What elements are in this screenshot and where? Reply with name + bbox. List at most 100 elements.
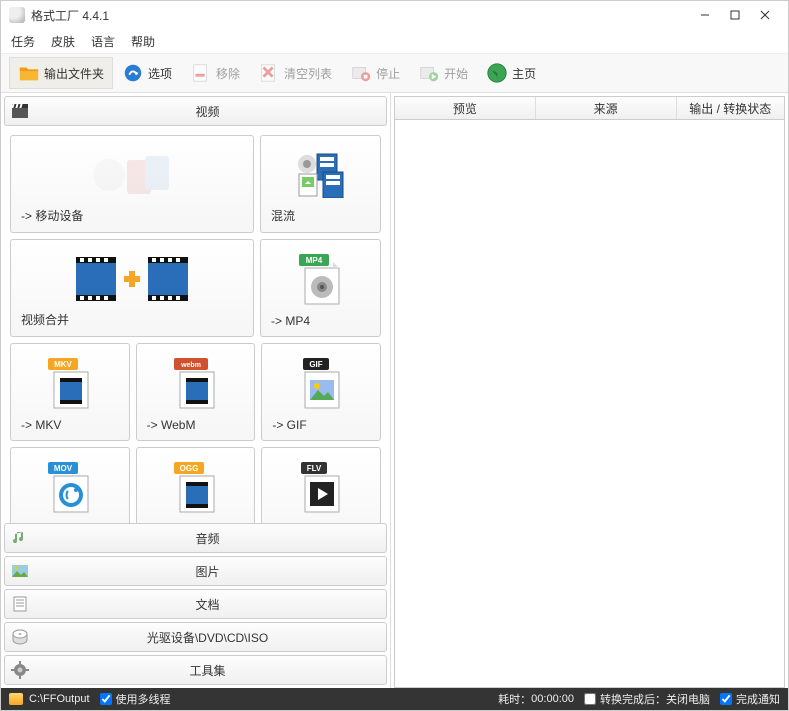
statusbar: C:\FFOutput 使用多线程 耗时： 00:00:00 转换完成后：关闭电…: [1, 688, 788, 710]
category-document-header[interactable]: 文档: [4, 589, 387, 619]
category-audio-header[interactable]: 音频: [4, 523, 387, 553]
svg-text:GIF: GIF: [310, 360, 323, 369]
globe-icon: [486, 62, 508, 84]
col-preview[interactable]: 预览: [395, 97, 536, 119]
cell-video-join[interactable]: 视频合并: [10, 239, 254, 337]
task-list[interactable]: [394, 120, 785, 688]
category-toolset-header[interactable]: 工具集: [4, 655, 387, 685]
music-note-icon: [11, 529, 29, 547]
start-button[interactable]: 开始: [409, 57, 477, 89]
stop-button[interactable]: 停止: [341, 57, 409, 89]
menu-skin[interactable]: 皮肤: [51, 33, 75, 50]
close-button[interactable]: [750, 5, 780, 25]
col-source[interactable]: 来源: [536, 97, 677, 119]
options-button[interactable]: 选项: [113, 57, 181, 89]
output-folder-button[interactable]: 输出文件夹: [9, 57, 113, 89]
cell-webm-label: -> WebM: [147, 418, 245, 432]
cell-mov[interactable]: MOV -> MOV: [10, 447, 130, 523]
video-join-icon: [21, 246, 243, 311]
home-label: 主页: [512, 65, 536, 82]
document-icon: [11, 595, 29, 613]
menu-task[interactable]: 任务: [11, 33, 35, 50]
cell-mp4-label: -> MP4: [271, 314, 370, 328]
cell-mux-label: 混流: [271, 207, 370, 224]
stop-icon: [350, 62, 372, 84]
flv-icon: FLV: [272, 454, 370, 522]
category-rom-label: 光驱设备\DVD\CD\ISO: [35, 629, 380, 646]
category-rom-header[interactable]: 光驱设备\DVD\CD\ISO: [4, 622, 387, 652]
video-grid: -> 移动设备 混流: [4, 129, 387, 523]
minimize-button[interactable]: [690, 5, 720, 25]
cell-ogg[interactable]: OGG -> OGG: [136, 447, 256, 523]
webm-icon: webm: [147, 350, 245, 418]
cell-gif-label: -> GIF: [272, 418, 370, 432]
remove-label: 移除: [216, 65, 240, 82]
disc-drive-icon: [11, 628, 29, 646]
right-panel: 预览 来源 输出 / 转换状态: [391, 93, 788, 688]
list-header: 预览 来源 输出 / 转换状态: [394, 96, 785, 120]
cell-mkv[interactable]: MKV -> MKV: [10, 343, 130, 441]
clear-list-button[interactable]: 清空列表: [249, 57, 341, 89]
options-icon: [122, 62, 144, 84]
home-button[interactable]: 主页: [477, 57, 545, 89]
notify-label: 完成通知: [736, 691, 780, 707]
cell-flv[interactable]: FLV -> FLV: [261, 447, 381, 523]
shutdown-input[interactable]: [584, 693, 596, 705]
shutdown-label: 转换完成后：关闭电脑: [600, 691, 710, 707]
remove-button[interactable]: 移除: [181, 57, 249, 89]
svg-text:MOV: MOV: [54, 464, 73, 473]
cell-mkv-label: -> MKV: [21, 418, 119, 432]
clear-label: 清空列表: [284, 65, 332, 82]
start-label: 开始: [444, 65, 468, 82]
shutdown-checkbox[interactable]: 转换完成后：关闭电脑: [584, 691, 710, 707]
output-folder-label: 输出文件夹: [44, 65, 104, 82]
clear-icon: [258, 62, 280, 84]
menu-help[interactable]: 帮助: [131, 33, 155, 50]
multithread-input[interactable]: [100, 693, 112, 705]
svg-text:OGG: OGG: [179, 464, 198, 473]
elapsed-value: 00:00:00: [531, 693, 574, 705]
app-window: 格式工厂 4.4.1 任务 皮肤 语言 帮助 输出文件夹 选项: [0, 0, 789, 711]
category-picture-label: 图片: [35, 563, 380, 580]
col-output[interactable]: 输出 / 转换状态: [677, 97, 785, 119]
notify-checkbox[interactable]: 完成通知: [720, 691, 780, 707]
stop-label: 停止: [376, 65, 400, 82]
output-path: C:\FFOutput: [29, 693, 90, 705]
folder-icon: [18, 62, 40, 84]
category-video-header[interactable]: 视频: [4, 96, 387, 126]
svg-text:FLV: FLV: [307, 464, 322, 473]
cell-mp4[interactable]: MP4 -> MP4: [260, 239, 381, 337]
elapsed-label: 耗时：: [498, 691, 531, 707]
clapper-icon: [11, 102, 29, 120]
notify-input[interactable]: [720, 693, 732, 705]
mkv-icon: MKV: [21, 350, 119, 418]
mux-icon: [271, 142, 370, 207]
cell-mobile-device-label: -> 移动设备: [21, 207, 243, 224]
start-icon: [418, 62, 440, 84]
remove-icon: [190, 62, 212, 84]
cell-gif[interactable]: GIF -> GIF: [261, 343, 381, 441]
cell-mobile-device[interactable]: -> 移动设备: [10, 135, 254, 233]
cell-webm[interactable]: webm -> WebM: [136, 343, 256, 441]
svg-text:webm: webm: [180, 362, 201, 369]
output-path-section[interactable]: C:\FFOutput: [9, 693, 90, 705]
category-video-label: 视频: [35, 103, 380, 120]
svg-text:MKV: MKV: [54, 360, 72, 369]
multithread-checkbox[interactable]: 使用多线程: [100, 691, 171, 707]
multithread-label: 使用多线程: [116, 691, 171, 707]
folder-icon: [9, 693, 23, 705]
toolbar: 输出文件夹 选项 移除 清空列表 停止: [1, 53, 788, 93]
titlebar: 格式工厂 4.4.1: [1, 1, 788, 29]
cell-mux[interactable]: 混流: [260, 135, 381, 233]
left-panel: 视频 -> 移动设备: [1, 93, 391, 688]
category-toolset-label: 工具集: [35, 662, 380, 679]
gear-icon: [11, 661, 29, 679]
window-controls: [690, 5, 780, 25]
maximize-button[interactable]: [720, 5, 750, 25]
ogg-icon: OGG: [147, 454, 245, 522]
collapsed-categories: 音频 图片 文档 光驱设备\DVD\CD\ISO 工具集: [4, 523, 387, 688]
picture-icon: [11, 562, 29, 580]
category-picture-header[interactable]: 图片: [4, 556, 387, 586]
content-area: 视频 -> 移动设备: [1, 93, 788, 688]
menu-language[interactable]: 语言: [91, 33, 115, 50]
